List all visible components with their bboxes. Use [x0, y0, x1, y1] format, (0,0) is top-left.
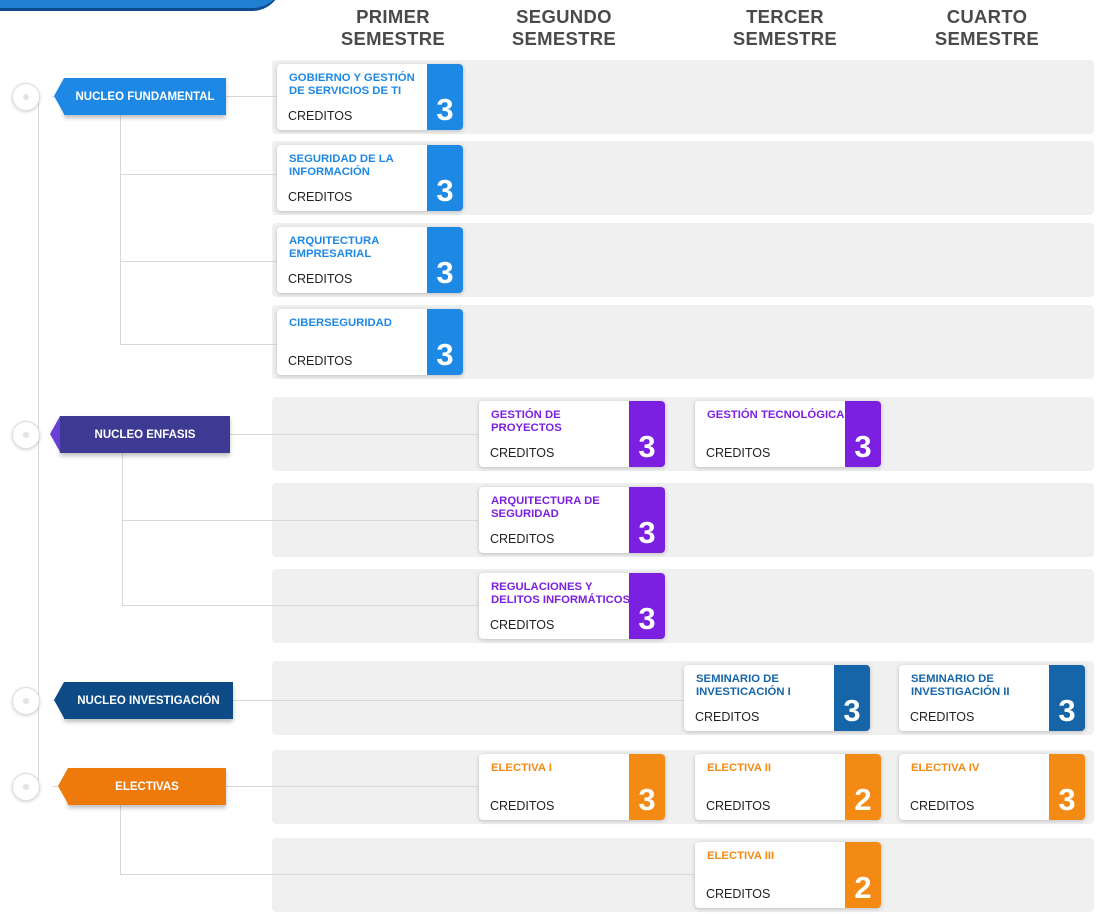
connector-line: [122, 605, 478, 606]
connector-line: [120, 115, 121, 344]
course-credits-label: CREDITOS: [288, 190, 353, 204]
connector-line: [120, 261, 278, 262]
row-band: [272, 569, 1094, 643]
connector-line: [122, 520, 478, 521]
course-credits-value: 3: [629, 754, 665, 820]
connector-line: [120, 805, 121, 874]
group-label-text: NUCLEO FUNDAMENTAL: [75, 90, 215, 103]
course-title: GOBIERNO Y GESTIÓN DE SERVICIOS DE TI: [289, 72, 415, 97]
course-credits-value: 3: [834, 665, 870, 731]
semester-header-4: CUARTO SEMESTRE: [934, 6, 1040, 49]
course-title: ARQUITECTURA DE SEGURIDAD: [491, 495, 600, 520]
course-card[interactable]: SEGURIDAD DE LA INFORMACIÓN CREDITOS 3: [277, 145, 463, 211]
course-title: REGULACIONES Y DELITOS INFORMÁTICOS: [491, 581, 631, 606]
group-label-text: ELECTIVAS: [115, 780, 179, 793]
course-credits-label: CREDITOS: [706, 887, 771, 901]
course-title: SEMINARIO DE INVESTIGACIÓN II: [911, 673, 1010, 698]
timeline-node: [12, 83, 40, 111]
course-card[interactable]: SEMINARIO DE INVESTICACIÓN I CREDITOS 3: [684, 665, 870, 731]
course-credits-label: CREDITOS: [706, 446, 771, 460]
course-credits-value: 3: [427, 227, 463, 293]
course-card[interactable]: ELECTIVA III CREDITOS 2: [695, 842, 881, 908]
group-label-text: NUCLEO ENFASIS: [94, 428, 196, 441]
course-credits-value: 3: [629, 573, 665, 639]
connector-line: [120, 174, 278, 175]
course-credits-value: 3: [629, 487, 665, 553]
group-label-text: NUCLEO INVESTIGACIÓN: [77, 694, 220, 707]
row-band: [272, 838, 1094, 912]
course-credits-label: CREDITOS: [490, 799, 555, 813]
group-label-investigacion: NUCLEO INVESTIGACIÓN: [54, 682, 233, 719]
course-credits-value: 3: [1049, 665, 1085, 731]
semester-header-1: PRIMER SEMESTRE: [340, 6, 446, 49]
course-title: ARQUITECTURA EMPRESARIAL: [289, 235, 379, 260]
course-credits-label: CREDITOS: [695, 710, 760, 724]
course-credits-value: 3: [427, 309, 463, 375]
course-credits-label: CREDITOS: [910, 710, 975, 724]
semester-header-2: SEGUNDO SEMESTRE: [511, 6, 617, 49]
course-credits-value: 3: [629, 401, 665, 467]
connector-line: [226, 786, 478, 787]
course-credits-label: CREDITOS: [490, 532, 555, 546]
connector-line: [230, 434, 478, 435]
course-title: ELECTIVA II: [707, 762, 772, 774]
connector-line: [120, 344, 278, 345]
course-card[interactable]: CIBERSEGURIDAD CREDITOS 3: [277, 309, 463, 375]
course-title: SEGURIDAD DE LA INFORMACIÓN: [289, 153, 394, 178]
course-title: GESTIÓN TECNOLÓGICA: [707, 409, 845, 421]
course-credits-value: 2: [845, 754, 881, 820]
course-credits-label: CREDITOS: [288, 354, 353, 368]
course-card[interactable]: ELECTIVA I CREDITOS 3: [479, 754, 665, 820]
timeline-node: [12, 773, 40, 801]
course-title: ELECTIVA IV: [911, 762, 980, 774]
course-card[interactable]: REGULACIONES Y DELITOS INFORMÁTICOS CRED…: [479, 573, 665, 639]
course-title: GESTIÓN DE PROYECTOS: [491, 409, 562, 434]
timeline-node: [12, 687, 40, 715]
course-card[interactable]: GESTIÓN TECNOLÓGICA CREDITOS 3: [695, 401, 881, 467]
course-card[interactable]: ARQUITECTURA EMPRESARIAL CREDITOS 3: [277, 227, 463, 293]
group-label-electivas: ELECTIVAS: [58, 768, 226, 805]
course-credits-value: 3: [427, 145, 463, 211]
course-credits-value: 3: [845, 401, 881, 467]
semester-header-3: TERCER SEMESTRE: [732, 6, 838, 49]
connector-line: [122, 453, 123, 605]
connector-line: [226, 96, 278, 97]
course-card[interactable]: GESTIÓN DE PROYECTOS CREDITOS 3: [479, 401, 665, 467]
course-credits-value: 3: [1049, 754, 1085, 820]
connector-line: [233, 700, 683, 701]
course-credits-value: 2: [845, 842, 881, 908]
course-title: SEMINARIO DE INVESTICACIÓN I: [696, 673, 791, 698]
course-title: ELECTIVA I: [491, 762, 552, 774]
course-title: CIBERSEGURIDAD: [289, 317, 392, 329]
course-card[interactable]: GOBIERNO Y GESTIÓN DE SERVICIOS DE TI CR…: [277, 64, 463, 130]
course-credits-value: 3: [427, 64, 463, 130]
timeline-node: [12, 421, 40, 449]
group-label-fundamental: NUCLEO FUNDAMENTAL: [54, 78, 226, 115]
course-card[interactable]: ARQUITECTURA DE SEGURIDAD CREDITOS 3: [479, 487, 665, 553]
course-title: ELECTIVA III: [707, 850, 775, 862]
course-credits-label: CREDITOS: [490, 618, 555, 632]
header-decoration-tab: [0, 0, 282, 11]
course-card[interactable]: SEMINARIO DE INVESTIGACIÓN II CREDITOS 3: [899, 665, 1085, 731]
course-credits-label: CREDITOS: [288, 272, 353, 286]
course-credits-label: CREDITOS: [910, 799, 975, 813]
connector-line: [120, 874, 694, 875]
course-credits-label: CREDITOS: [288, 109, 353, 123]
course-credits-label: CREDITOS: [706, 799, 771, 813]
course-credits-label: CREDITOS: [490, 446, 555, 460]
group-label-enfasis: NUCLEO ENFASIS: [50, 416, 230, 453]
course-card[interactable]: ELECTIVA IV CREDITOS 3: [899, 754, 1085, 820]
course-card[interactable]: ELECTIVA II CREDITOS 2: [695, 754, 881, 820]
